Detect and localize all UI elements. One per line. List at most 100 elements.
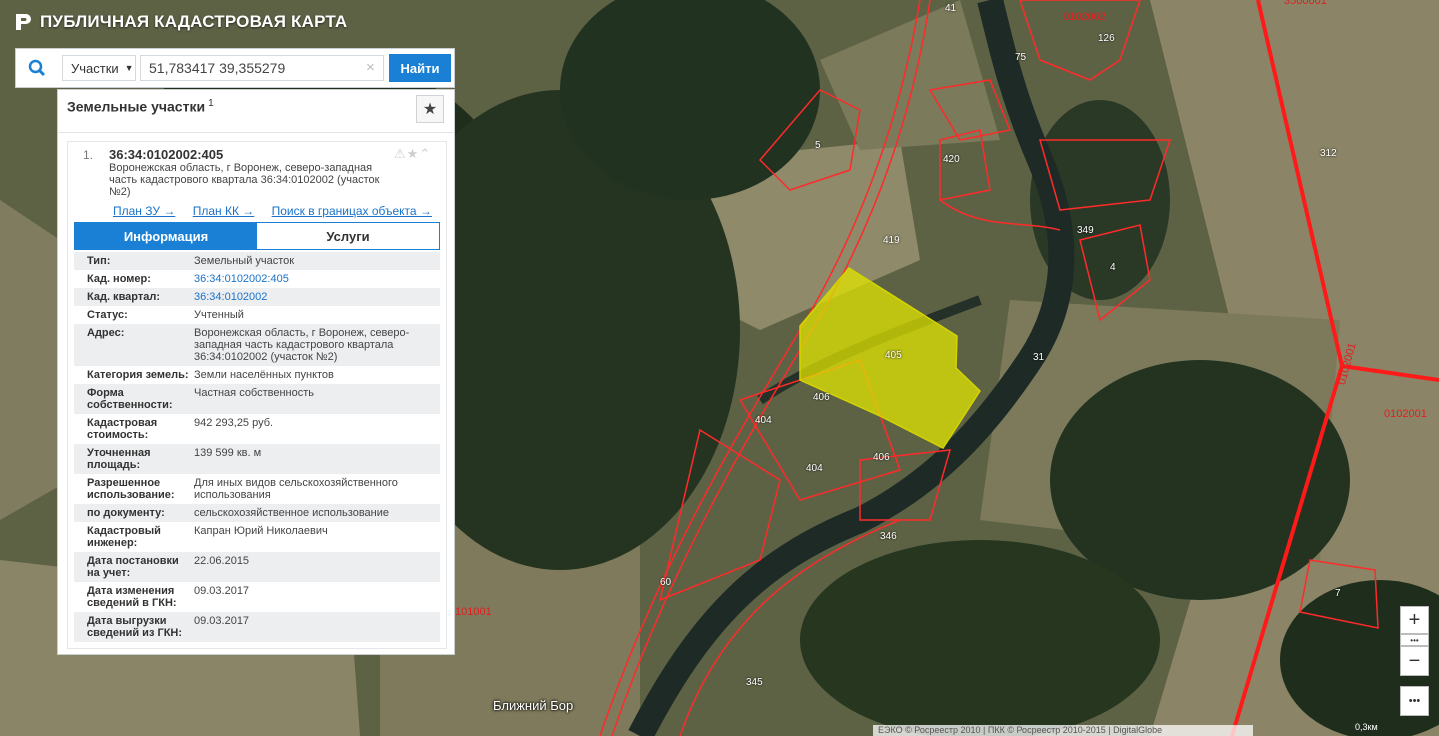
star-icon[interactable]: ★ [407, 146, 420, 161]
info-row: Категория земель: Земли населённых пункто… [74, 366, 440, 384]
favorite-button[interactable]: ★ [416, 95, 444, 123]
clear-icon[interactable]: × [366, 59, 375, 76]
zoom-in-button[interactable]: + [1400, 606, 1429, 634]
zoom-slider-handle[interactable]: ••• [1400, 634, 1429, 646]
result-cad-number[interactable]: 36:34:0102002:405 [109, 147, 223, 162]
info-row: по документу: сельскохозяйственное исполь… [74, 504, 440, 522]
parcel-label: 349 [1077, 225, 1094, 236]
parcel-label: 405 [885, 350, 902, 361]
info-value: 09.03.2017 [194, 585, 250, 597]
chevron-down-icon: ▼ [124, 63, 134, 73]
info-key: Форма собственности: [87, 387, 173, 411]
zoom-out-button[interactable]: − [1400, 646, 1429, 676]
parcel-label: 75 [1015, 52, 1027, 63]
card-actions: ⚠★⌃ [394, 146, 431, 162]
search-icon[interactable] [16, 49, 58, 87]
find-button[interactable]: Найти [389, 54, 451, 82]
parcel-label: 126 [1098, 33, 1115, 44]
parcel-label: 312 [1320, 148, 1337, 159]
result-links: План ЗУ → План КК → Поиск в границах объ… [113, 204, 446, 218]
info-value: Частная собственность [194, 387, 315, 399]
panel-title-text: Земельные участки [67, 98, 206, 115]
info-value: 09.03.2017 [194, 615, 250, 627]
search-bar: Участки ▼ × Найти [15, 48, 455, 88]
tab-info[interactable]: Информация [75, 223, 257, 249]
rosreestr-logo-icon [16, 14, 31, 30]
app-title: ПУБЛИЧНАЯ КАДАСТРОВАЯ КАРТА [14, 12, 347, 32]
search-input[interactable] [140, 55, 384, 81]
info-value[interactable]: 36:34:0102002 [194, 291, 440, 303]
info-key: Категория земель: [87, 369, 189, 381]
parcel-label: 4 [1110, 262, 1116, 273]
info-row: Дата постановки на учет: 22.06.2015 [74, 552, 440, 582]
info-key: Кадастровый инженер: [87, 525, 161, 549]
parcel-label: 346 [880, 531, 897, 542]
info-key: Дата постановки на учет: [87, 555, 179, 579]
info-key: Разрешенное использование: [87, 477, 175, 501]
info-row: Кад. номер: 36:34:0102002:405 [74, 270, 440, 288]
result-address: Воронежская область, г Воронеж, северо-з… [109, 162, 380, 198]
info-row: Статус: Учтенный [74, 306, 440, 324]
parcel-label: 41 [945, 3, 957, 14]
app-title-text: ПУБЛИЧНАЯ КАДАСТРОВАЯ КАРТА [40, 12, 348, 31]
divider [58, 132, 454, 133]
info-key: по документу: [87, 507, 165, 519]
star-icon: ★ [422, 101, 438, 118]
parcel-label: 7 [1335, 588, 1341, 599]
plan-zu-link[interactable]: План ЗУ → [113, 204, 175, 218]
info-value: Земли населённых пунктов [194, 369, 334, 381]
result-count: 1 [208, 98, 214, 109]
info-row: Кадастровая стоимость: 942 293,25 руб. [74, 414, 440, 444]
info-row: Уточненная площадь: 139 599 кв. м [74, 444, 440, 474]
info-row: Дата выгрузки сведений из ГКН: 09.03.2017 [74, 612, 440, 642]
info-value: Учтенный [194, 309, 244, 321]
info-table: Тип: Земельный участок Кад. номер: 36:34:01… [74, 252, 440, 642]
tab-bar: Информация Услуги [74, 222, 440, 250]
map-attribution: ЕЭКО © Росреестр 2010 | ПКК © Росреестр … [873, 725, 1253, 736]
info-key: Кадастровая стоимость: [87, 417, 158, 441]
parcel-label: 406 [873, 452, 890, 463]
more-options-button[interactable]: ••• [1400, 686, 1429, 716]
info-row: Кадастровый инженер: Капран Юрий Николаев… [74, 522, 440, 552]
parcel-label: 419 [883, 235, 900, 246]
place-label: Ближний Бор [493, 698, 574, 713]
parcel-label: 31 [1033, 352, 1045, 363]
info-value: Воронежская область, г Воронеж, северо-з… [194, 327, 410, 363]
info-row: Форма собственности: Частная собственност… [74, 384, 440, 414]
result-card: 1. 36:34:0102002:405 Воронежская область… [67, 141, 447, 649]
info-row: Кад. квартал: 36:34:0102002 [74, 288, 440, 306]
info-value[interactable]: 36:34:0102002:405 [194, 273, 440, 285]
info-value: 139 599 кв. м [194, 447, 262, 459]
plan-kk-link[interactable]: План КК → [193, 204, 255, 218]
parcel-label: 420 [943, 154, 960, 165]
scale-label: 0,3км [1355, 722, 1378, 732]
info-value: 22.06.2015 [194, 555, 250, 567]
info-key: Кад. квартал: [87, 291, 161, 303]
info-row: Разрешенное использование: Для иных видов… [74, 474, 440, 504]
search-in-bounds-link[interactable]: Поиск в границах объекта → [272, 204, 432, 218]
info-key: Кад. номер: [87, 273, 151, 285]
search-type-select[interactable]: Участки ▼ [62, 55, 136, 81]
parcel-label: 345 [746, 677, 763, 688]
quarter-label: 3500001 [1284, 0, 1327, 7]
info-value: 942 293,25 руб. [194, 417, 274, 429]
quarter-label: 0102002 [1063, 11, 1106, 23]
warning-icon[interactable]: ⚠ [394, 146, 407, 161]
info-row: Тип: Земельный участок [74, 252, 440, 270]
info-row: Дата изменения сведений в ГКН: 09.03.2017 [74, 582, 440, 612]
results-panel: Земельные участки 1 ★ 1. 36:34:0102002:40… [57, 89, 455, 655]
quarter-label: 0102001 [1384, 408, 1427, 420]
parcel-label: 404 [806, 463, 823, 474]
parcel-label: 406 [813, 392, 830, 403]
panel-title: Земельные участки 1 [67, 98, 214, 115]
quarter-label: 101001 [455, 606, 492, 618]
info-key: Статус: [87, 309, 128, 321]
search-type-label: Участки [71, 60, 119, 76]
info-value: Земельный участок [194, 255, 295, 267]
info-key: Тип: [87, 255, 111, 267]
parcel-label: 5 [815, 140, 821, 151]
info-key: Уточненная площадь: [87, 447, 151, 471]
tab-services[interactable]: Услуги [257, 223, 439, 249]
info-key: Дата выгрузки сведений из ГКН: [87, 615, 183, 639]
chevron-up-icon[interactable]: ⌃ [419, 146, 431, 161]
